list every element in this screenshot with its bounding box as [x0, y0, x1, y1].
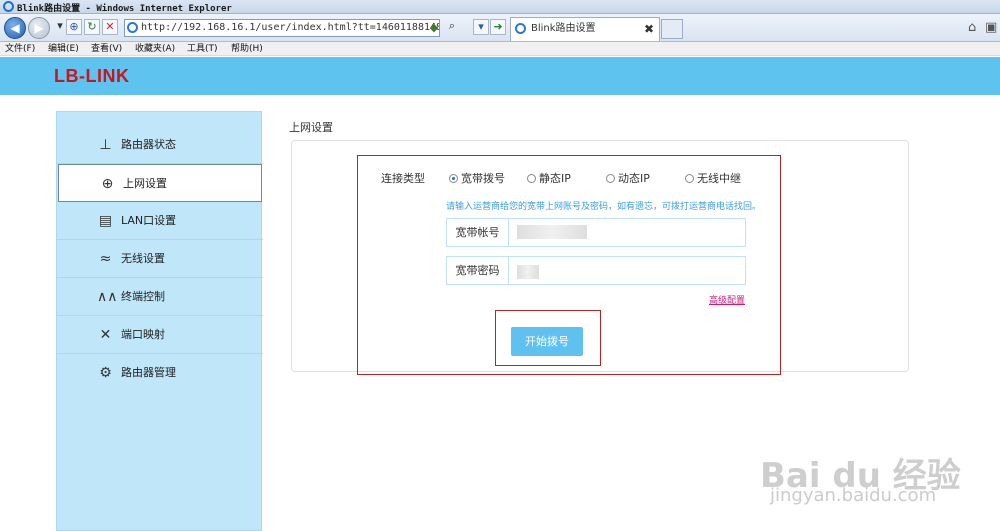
account-hint: 请输入运营商给您的宽带上网账号及密码，如有遗忘，可拨打运营商电话找回。	[446, 202, 762, 212]
tab-close-icon[interactable]: ✖	[644, 18, 654, 40]
sidebar-item-label: 无线设置	[121, 252, 165, 265]
window-title: Blink路由设置 - Windows Internet Explorer	[17, 4, 232, 14]
radio-static-ip-label: 静态IP	[539, 172, 571, 185]
sidebar-item-lan-settings[interactable]: ▤ LAN口设置	[57, 202, 263, 240]
sidebar: ⊥ 路由器状态 ⊕ 上网设置 ▤ LAN口设置 ≈ 无线设置 ∧∧ 终端控制 ✕…	[56, 111, 263, 531]
radio-pppoe-label: 宽带拨号	[461, 172, 505, 185]
browser-toolbar: ◀ ▶ ▾ ⊕ ↻ ✕ http://192.168.16.1/user/ind…	[0, 14, 1000, 42]
sidebar-item-terminal-control[interactable]: ∧∧ 终端控制	[57, 278, 263, 316]
sidebar-item-label: 上网设置	[123, 177, 167, 190]
advanced-config-link[interactable]: 高级配置	[709, 293, 745, 306]
tab-title: Blink路由设置	[531, 23, 596, 34]
menu-tools[interactable]: 工具(T)	[187, 42, 218, 56]
address-bar[interactable]: http://192.168.16.1/user/index.html?tt=1…	[124, 19, 440, 37]
sidebar-item-label: 终端控制	[121, 290, 165, 303]
password-label: 宽带密码	[447, 257, 509, 284]
radio-unselected-icon	[606, 174, 615, 183]
password-value-blurred	[517, 265, 539, 279]
radio-dynamic-ip[interactable]: 动态IP	[606, 170, 650, 186]
sidebar-item-router-status[interactable]: ⊥ 路由器状态	[57, 126, 263, 164]
radio-wireless-relay[interactable]: 无线中继	[685, 170, 741, 186]
wifi-icon: ≈	[99, 251, 112, 267]
sidebar-item-port-mapping[interactable]: ✕ 端口映射	[57, 316, 263, 354]
radio-unselected-icon	[527, 174, 536, 183]
terminal-control-icon: ∧∧	[97, 289, 118, 305]
sidebar-item-router-management[interactable]: ⚙ 路由器管理	[57, 354, 263, 392]
stop-icon[interactable]: ✕	[102, 19, 118, 35]
app-header: LB-LINK	[0, 57, 1000, 95]
new-tab-button[interactable]	[661, 19, 683, 39]
compat-view-icon[interactable]: ◆	[426, 19, 442, 37]
radio-selected-icon	[449, 174, 458, 183]
radio-wireless-relay-label: 无线中继	[697, 172, 741, 185]
go-icon[interactable]: ➜	[490, 19, 506, 35]
brand-logo: LB-LINK	[54, 66, 130, 86]
password-field[interactable]: 宽带密码	[446, 256, 746, 285]
connection-type-label: 连接类型	[381, 172, 425, 185]
sidebar-item-label: 端口映射	[121, 328, 165, 341]
radio-static-ip[interactable]: 静态IP	[527, 170, 571, 186]
search-icon[interactable]: ⌕	[444, 19, 460, 35]
sidebar-item-label: 路由器状态	[121, 138, 176, 151]
back-icon[interactable]: ◀	[4, 17, 26, 39]
baidu-watermark-url: jingyan.baidu.com	[770, 485, 937, 506]
ie-logo-icon	[3, 1, 14, 12]
start-dial-button[interactable]: 开始拨号	[511, 327, 583, 356]
account-label: 宽带帐号	[447, 219, 509, 246]
compatibility-icon[interactable]: ⊕	[66, 19, 82, 35]
tab-blink[interactable]: Blink路由设置 ✖	[510, 17, 660, 41]
gear-icon: ⚙	[99, 365, 112, 381]
menu-file[interactable]: 文件(F)	[5, 42, 35, 56]
page-icon	[127, 22, 138, 33]
forward-icon[interactable]: ▶	[28, 17, 50, 39]
account-field[interactable]: 宽带帐号	[446, 218, 746, 247]
globe-icon: ⊕	[101, 176, 114, 192]
menu-bar: 文件(F) 编辑(E) 查看(V) 收藏夹(A) 工具(T) 帮助(H)	[0, 42, 1000, 56]
window-titlebar: Blink路由设置 - Windows Internet Explorer	[0, 0, 1000, 14]
menu-view[interactable]: 查看(V)	[91, 42, 122, 56]
router-icon: ⊥	[99, 137, 112, 153]
page-title: 上网设置	[289, 121, 333, 134]
refresh-icon[interactable]: ↻	[84, 19, 100, 35]
sidebar-item-label: 路由器管理	[121, 366, 176, 379]
menu-edit[interactable]: 编辑(E)	[48, 42, 79, 56]
menu-favorites[interactable]: 收藏夹(A)	[135, 42, 175, 56]
home-icon[interactable]: ⌂	[968, 20, 976, 35]
radio-dynamic-ip-label: 动态IP	[618, 172, 650, 185]
menu-help[interactable]: 帮助(H)	[231, 42, 263, 56]
address-dropdown-icon[interactable]: ▾	[473, 19, 489, 35]
sidebar-item-label: LAN口设置	[121, 214, 177, 227]
tab-page-icon	[515, 23, 526, 34]
address-text: http://192.168.16.1/user/index.html?tt=1…	[141, 22, 440, 33]
feeds-icon[interactable]: ▣	[985, 20, 997, 35]
lan-port-icon: ▤	[98, 213, 113, 229]
sidebar-item-wireless-settings[interactable]: ≈ 无线设置	[57, 240, 263, 278]
account-value-blurred	[517, 225, 587, 239]
tools-icon: ✕	[99, 327, 112, 343]
radio-unselected-icon	[685, 174, 694, 183]
radio-pppoe[interactable]: 宽带拨号	[449, 170, 505, 186]
sidebar-item-internet-settings[interactable]: ⊕ 上网设置	[58, 164, 262, 202]
